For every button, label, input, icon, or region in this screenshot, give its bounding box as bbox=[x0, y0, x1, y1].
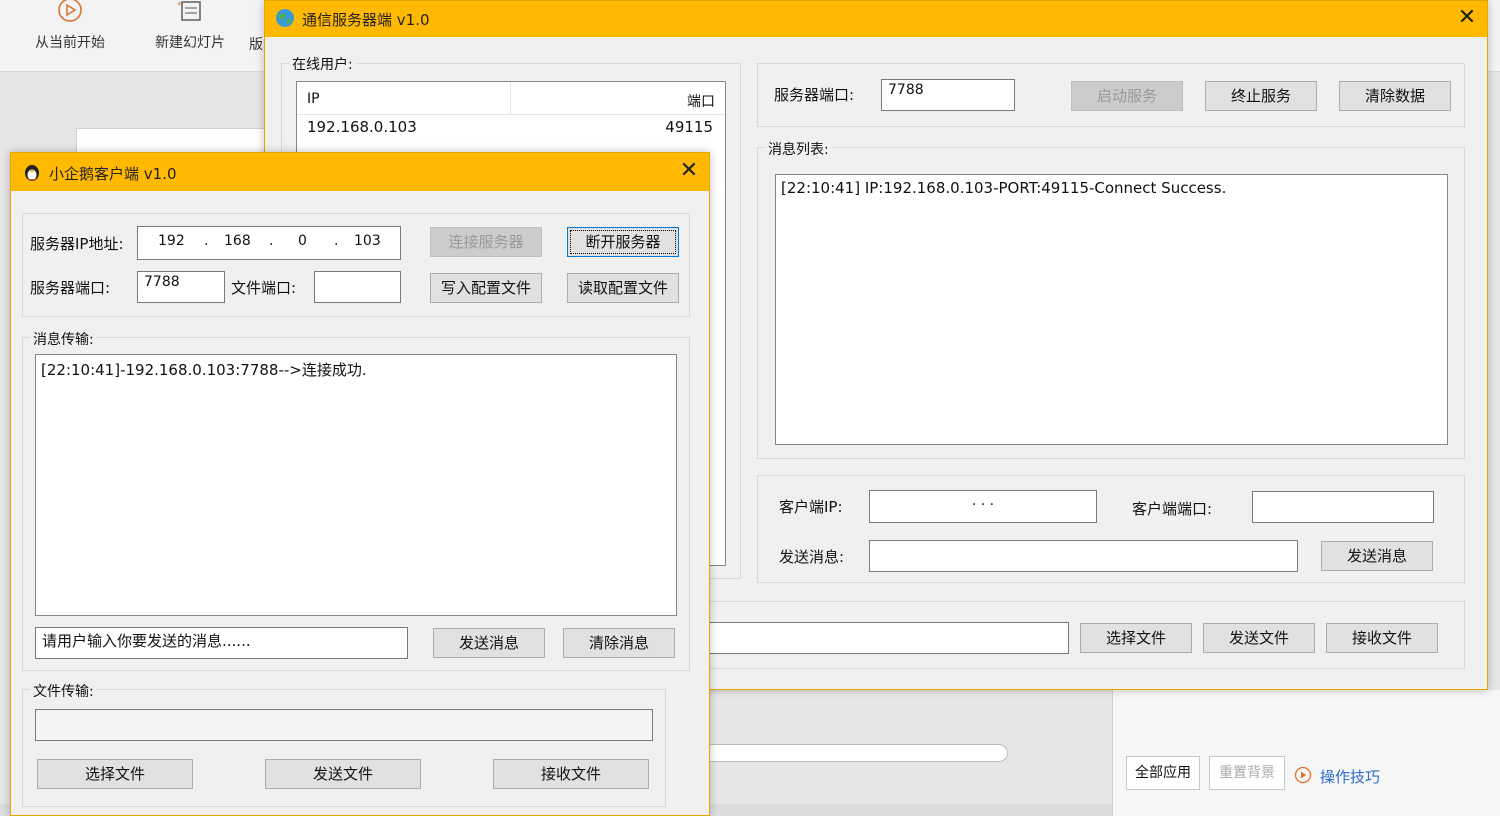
server-file-path-input[interactable] bbox=[707, 622, 1069, 654]
server-title: 通信服务器端 v1.0 bbox=[302, 11, 430, 29]
client-ip-label: 客户端IP: bbox=[779, 498, 843, 516]
online-users-label: 在线用户: bbox=[289, 54, 356, 74]
client-server-port-input[interactable]: 7788 bbox=[137, 271, 225, 303]
tips-link[interactable]: 操作技巧 bbox=[1320, 766, 1380, 787]
globe-icon bbox=[275, 8, 295, 28]
clear-message-button[interactable]: 清除消息 bbox=[563, 628, 675, 658]
server-ip-label: 服务器IP地址: bbox=[30, 235, 124, 253]
row-port: 49115 bbox=[665, 118, 713, 136]
server-select-file-button[interactable]: 选择文件 bbox=[1080, 623, 1192, 653]
client-port-label: 客户端端口: bbox=[1132, 500, 1213, 518]
server-ip-input[interactable]: 192 . 168 . 0 . 103 bbox=[137, 226, 401, 260]
server-send-message-button[interactable]: 发送消息 bbox=[1321, 541, 1433, 571]
clear-data-button[interactable]: 清除数据 bbox=[1339, 81, 1451, 111]
client-select-file-button[interactable]: 选择文件 bbox=[37, 759, 193, 789]
svg-text:*: * bbox=[177, 1, 182, 11]
new-slide-icon: * bbox=[175, 0, 205, 24]
message-input[interactable]: 请用户输入你要发送的消息...... bbox=[35, 627, 408, 659]
ip-octet-2: 168 bbox=[224, 233, 251, 249]
client-send-message-button[interactable]: 发送消息 bbox=[433, 628, 545, 658]
client-title: 小企鹅客户端 v1.0 bbox=[49, 165, 177, 183]
message-list[interactable]: [22:10:41] IP:192.168.0.103-PORT:49115-C… bbox=[775, 174, 1448, 445]
row-ip: 192.168.0.103 bbox=[307, 118, 417, 136]
send-message-label: 发送消息: bbox=[779, 548, 845, 566]
write-config-button[interactable]: 写入配置文件 bbox=[430, 273, 542, 303]
server-close-button[interactable]: ✕ bbox=[1453, 5, 1481, 33]
start-service-button[interactable]: 启动服务 bbox=[1071, 81, 1183, 111]
client-receive-file-button[interactable]: 接收文件 bbox=[493, 759, 649, 789]
server-port-input[interactable]: 7788 bbox=[881, 79, 1015, 111]
list-item: [22:10:41] IP:192.168.0.103-PORT:49115-C… bbox=[781, 179, 1227, 197]
client-window: 小企鹅客户端 v1.0 ✕ 服务器IP地址: 192 . 168 . 0 . 1… bbox=[10, 152, 710, 816]
server-send-file-button[interactable]: 发送文件 bbox=[1203, 623, 1315, 653]
apply-all-button[interactable]: 全部应用 bbox=[1126, 756, 1200, 790]
server-receive-file-button[interactable]: 接收文件 bbox=[1326, 623, 1438, 653]
play-from-current-button[interactable]: 从当前开始 bbox=[20, 0, 120, 68]
penguin-icon bbox=[23, 162, 41, 182]
ip-octet-1: 192 bbox=[158, 233, 185, 249]
new-slide-button[interactable]: * 新建幻灯片 bbox=[140, 0, 240, 68]
ip-octet-3: 0 bbox=[298, 233, 307, 249]
file-transfer-group bbox=[22, 689, 666, 807]
server-titlebar: 通信服务器端 v1.0 ✕ bbox=[265, 1, 1487, 37]
file-port-label: 文件端口: bbox=[231, 279, 297, 297]
table-row[interactable]: 192.168.0.103 49115 bbox=[297, 114, 725, 140]
server-port-label: 服务器端口: bbox=[774, 86, 855, 104]
horizontal-scrollbar[interactable] bbox=[700, 744, 1008, 762]
partial-ribbon-button[interactable]: 版 bbox=[246, 0, 266, 68]
new-slide-label: 新建幻灯片 bbox=[155, 35, 225, 51]
client-close-button[interactable]: ✕ bbox=[675, 158, 703, 186]
file-transfer-label: 文件传输: bbox=[30, 681, 97, 701]
reset-background-button[interactable]: 重置背景 bbox=[1209, 756, 1285, 790]
client-titlebar: 小企鹅客户端 v1.0 ✕ bbox=[11, 153, 709, 191]
port-column-header[interactable]: 端口 bbox=[511, 82, 725, 115]
client-send-file-button[interactable]: 发送文件 bbox=[265, 759, 421, 789]
ip-column-header[interactable]: IP bbox=[297, 82, 511, 115]
tips-icon bbox=[1294, 766, 1312, 784]
read-config-button[interactable]: 读取配置文件 bbox=[567, 273, 679, 303]
connect-server-button[interactable]: 连接服务器 bbox=[430, 227, 542, 257]
client-server-port-label: 服务器端口: bbox=[30, 279, 111, 297]
send-message-input[interactable] bbox=[869, 540, 1298, 572]
file-port-input[interactable] bbox=[314, 271, 401, 303]
partial-ribbon-label: 版 bbox=[249, 37, 263, 53]
file-progress-bar bbox=[35, 709, 653, 741]
log-line: [22:10:41]-192.168.0.103:7788-->连接成功. bbox=[41, 361, 367, 379]
ip-octet-4: 103 bbox=[354, 233, 381, 249]
background-right-panel bbox=[1112, 690, 1500, 816]
disconnect-server-button[interactable]: 断开服务器 bbox=[567, 227, 679, 257]
message-log[interactable]: [22:10:41]-192.168.0.103:7788-->连接成功. bbox=[35, 354, 677, 616]
message-list-label: 消息列表: bbox=[765, 139, 832, 159]
client-ip-input[interactable]: . . . bbox=[869, 490, 1097, 523]
message-transfer-label: 消息传输: bbox=[30, 329, 97, 349]
play-from-current-label: 从当前开始 bbox=[35, 35, 105, 51]
stop-service-button[interactable]: 终止服务 bbox=[1205, 81, 1317, 111]
client-port-input[interactable] bbox=[1252, 491, 1434, 523]
play-circle-icon bbox=[55, 0, 85, 24]
